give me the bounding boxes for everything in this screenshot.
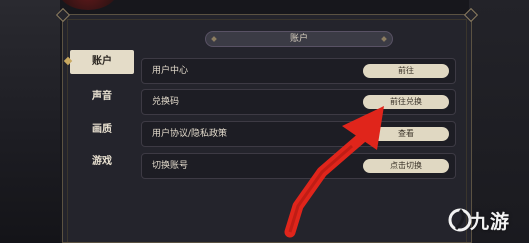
arrow-shaft: [284, 128, 372, 238]
watermark-text: 九游: [470, 211, 511, 233]
